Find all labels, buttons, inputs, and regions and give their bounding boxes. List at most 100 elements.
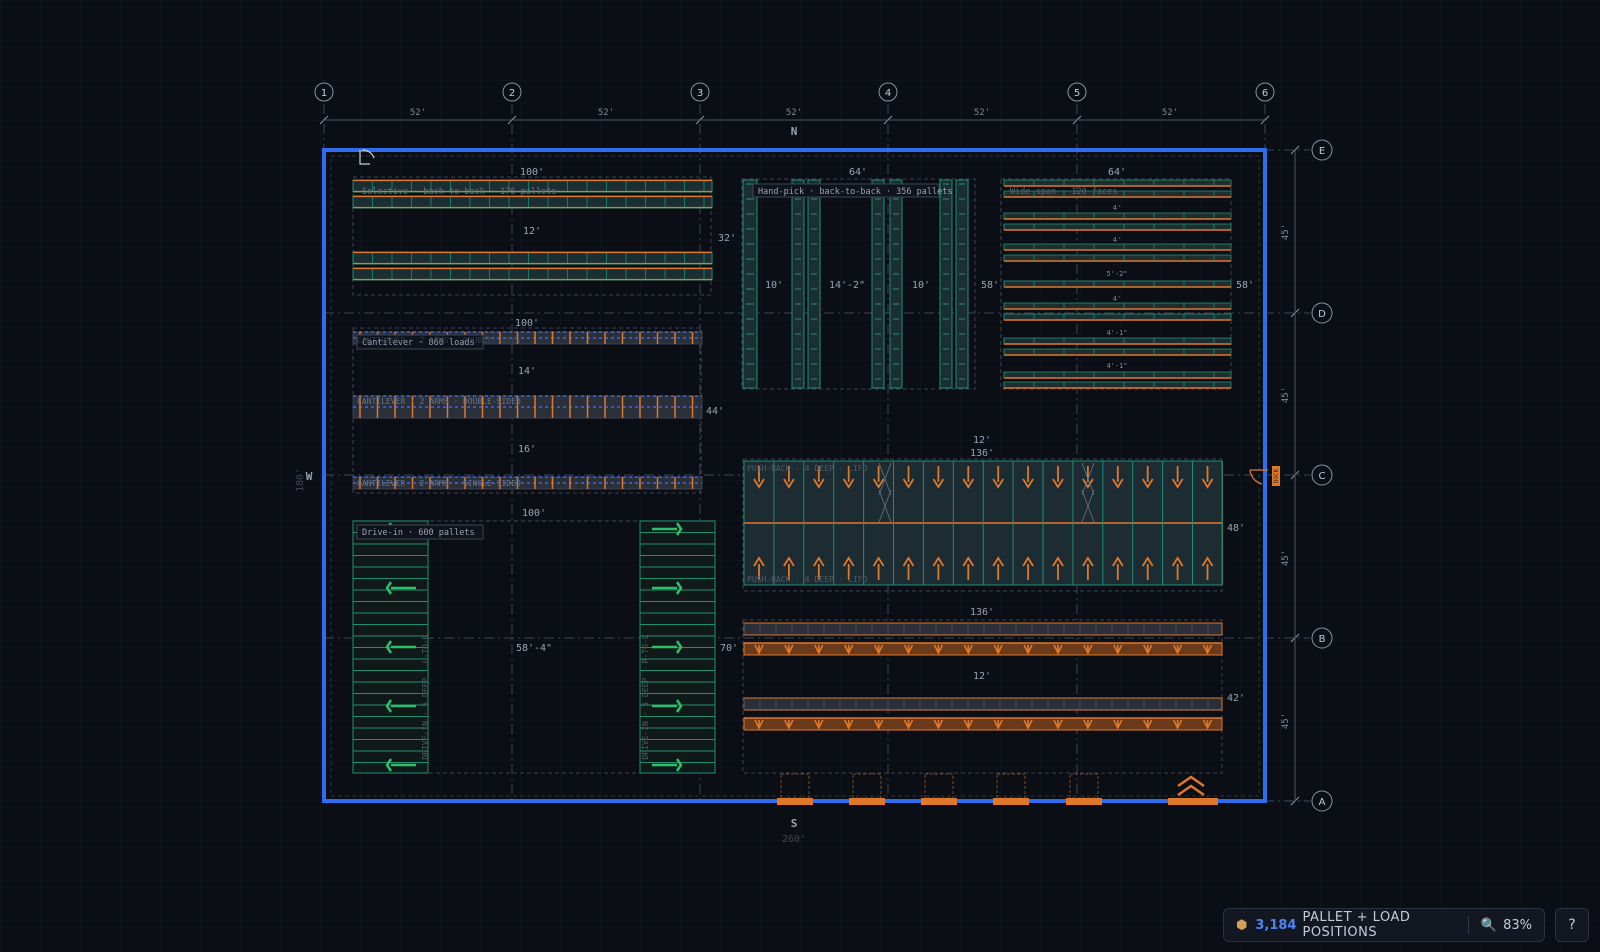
position-count-label: PALLET + LOAD POSITIONS	[1302, 910, 1411, 940]
hand-pick-aisle-1: 10'	[765, 280, 783, 291]
wide-span-shelf	[1003, 254, 1232, 262]
grid-bubble-col-label: 2	[509, 88, 515, 99]
dock-door	[849, 798, 885, 805]
position-count: 3,184	[1255, 917, 1297, 933]
selective-depth: 32'	[718, 233, 736, 244]
hand-pick-shelf	[939, 179, 953, 389]
hand-pick-aisle-3: 10'	[912, 280, 930, 291]
selective-rack-row	[352, 267, 713, 281]
cantilever-length: 100'	[515, 318, 539, 329]
wide-span-shelf	[1003, 223, 1232, 231]
grid-bubble-col-label: 6	[1262, 88, 1268, 99]
row-spacing-2: 45'	[1281, 387, 1291, 403]
status-divider	[1468, 916, 1469, 934]
hand-pick-shelf	[955, 179, 969, 389]
pallet-icon: ⬢	[1236, 917, 1248, 933]
dock-door	[1066, 798, 1102, 805]
wide-span-shelf	[1003, 280, 1232, 288]
flow-aisle: 12'	[973, 671, 991, 682]
push-back-bottom-label: PUSH-BACK · 4 DEEP · LIFO	[747, 575, 868, 584]
drive-in-length: 100'	[522, 508, 546, 519]
wide-span-shelf	[1003, 348, 1232, 356]
row-spacing-3: 45'	[1281, 550, 1291, 566]
cantilever-row-label-2: CANTILEVER · 2 ARMS · DOUBLE-SIDED	[357, 397, 521, 406]
push-back-racks[interactable]	[743, 460, 1223, 586]
grid-bubble-row-label: E	[1319, 146, 1325, 157]
overall-depth: 180'	[295, 468, 306, 492]
zoom-icon: 🔍	[1480, 917, 1498, 933]
drive-in-depth: 70'	[720, 643, 738, 654]
drive-in-aisle: 58'-4"	[516, 643, 552, 654]
row-spacing-1: 45'	[1281, 224, 1291, 240]
flow-depth: 42'	[1227, 693, 1245, 704]
hand-pick-width: 64'	[849, 167, 867, 178]
wide-span-shelf	[1003, 212, 1232, 220]
drive-in-left-label: DRIVE-IN · 5 DEEP · L-TO-R	[421, 634, 430, 759]
wide-span-gap-5: 4'-1"	[1106, 329, 1127, 337]
zone-hand-pick-label: Hand-pick · back-to-back · 356 pallets	[758, 187, 952, 197]
zone-selective-label: Selective · back-to-back · 176 pallets	[362, 187, 556, 197]
overall-width: 260'	[782, 834, 806, 845]
selective-rack-row	[352, 251, 713, 265]
hand-pick-aisle-2: 14'-2"	[829, 280, 865, 291]
grid-bubble-col-label: 4	[885, 88, 891, 99]
col-spacing-5: 52'	[1162, 108, 1178, 118]
grid-bubble-col-label: 5	[1074, 88, 1080, 99]
wide-span-shelf	[1003, 371, 1232, 379]
grid-bubble-row-label: D	[1318, 309, 1326, 320]
warehouse-floor-plan[interactable]: 1 2 3 4 5 6EDCBA 52' 52' 52' 52' 52' 45' 45' …	[0, 0, 1600, 952]
compass-south: S	[791, 817, 798, 830]
wide-span-width: 64'	[1108, 167, 1126, 178]
hand-pick-shelf	[871, 179, 885, 389]
wide-span-shelf	[1003, 337, 1232, 345]
wide-span-shelf	[1003, 313, 1232, 321]
wide-span-gap-1: 4'	[1113, 204, 1121, 212]
col-spacing-3: 52'	[786, 108, 802, 118]
wide-span-gap-6: 4'-1"	[1106, 362, 1127, 370]
row-spacing-4: 45'	[1281, 713, 1291, 729]
status-bar: ⬢ 3,184 PALLET + LOAD POSITIONS 🔍 83%	[1223, 908, 1545, 942]
grid-bubble-col-label: 1	[321, 88, 327, 99]
wide-span-gap-2: 4'	[1113, 236, 1121, 244]
hand-pick-shelf	[742, 179, 758, 389]
col-spacing-1: 52'	[410, 108, 426, 118]
col-spacing-2: 52'	[598, 108, 614, 118]
wide-span-shelf	[1003, 302, 1232, 310]
wide-span-gap-4: 4'	[1113, 295, 1121, 303]
wide-span-gap-3: 5'-2"	[1106, 270, 1127, 278]
push-back-length: 136'	[970, 448, 994, 459]
cantilever-aisle-1: 14'	[518, 366, 536, 377]
hand-pick-shelf	[791, 179, 805, 389]
col-spacing-4: 52'	[974, 108, 990, 118]
cantilever-aisle-2: 16'	[518, 444, 536, 455]
selective-rack-row	[352, 195, 713, 209]
zoom-level[interactable]: 83%	[1503, 918, 1532, 933]
grid-bubble-col-label: 3	[697, 88, 703, 99]
hand-pick-shelf	[807, 179, 821, 389]
grid-bubble-row-label: B	[1319, 634, 1326, 645]
wide-span-depth: 58'	[1236, 280, 1254, 291]
dock-door	[777, 798, 813, 805]
flow-length: 136'	[970, 607, 994, 618]
drive-in-right-label: DRIVE-IN · 5 DEEP · R-TO-L	[641, 634, 650, 759]
wide-span-shelf	[1003, 381, 1232, 389]
cantilever-depth: 44'	[706, 406, 724, 417]
hand-pick-shelf	[889, 179, 903, 389]
dock-door	[921, 798, 957, 805]
dock-door	[993, 798, 1029, 805]
zone-drive-in-label: Drive-in · 600 pallets	[362, 528, 475, 538]
cantilever-row-label-3: CANTILEVER · 2 ARMS · SINGLE-SIDED	[357, 479, 521, 488]
hand-pick-depth: 58'	[981, 280, 999, 291]
push-back-top-label: PUSH-BACK · 4 DEEP · LIFO	[747, 464, 868, 473]
compass-west: W	[306, 470, 313, 483]
help-button[interactable]: ?	[1555, 908, 1589, 942]
compass-north: N	[791, 125, 798, 138]
cantilever-row-label-1: CANTILEVER · 2 ARMS · DOUBLE-SIDED	[357, 336, 521, 345]
push-back-depth: 48'	[1227, 523, 1245, 534]
selective-aisle: 12'	[523, 226, 541, 237]
wide-span-shelf	[1003, 243, 1232, 251]
zone-wide-span-label: Wide span · 120 faces	[1010, 187, 1117, 197]
selective-length: 100'	[520, 167, 544, 178]
flow-rack-top	[743, 697, 1223, 711]
grid-bubble-row-label: A	[1319, 797, 1326, 808]
